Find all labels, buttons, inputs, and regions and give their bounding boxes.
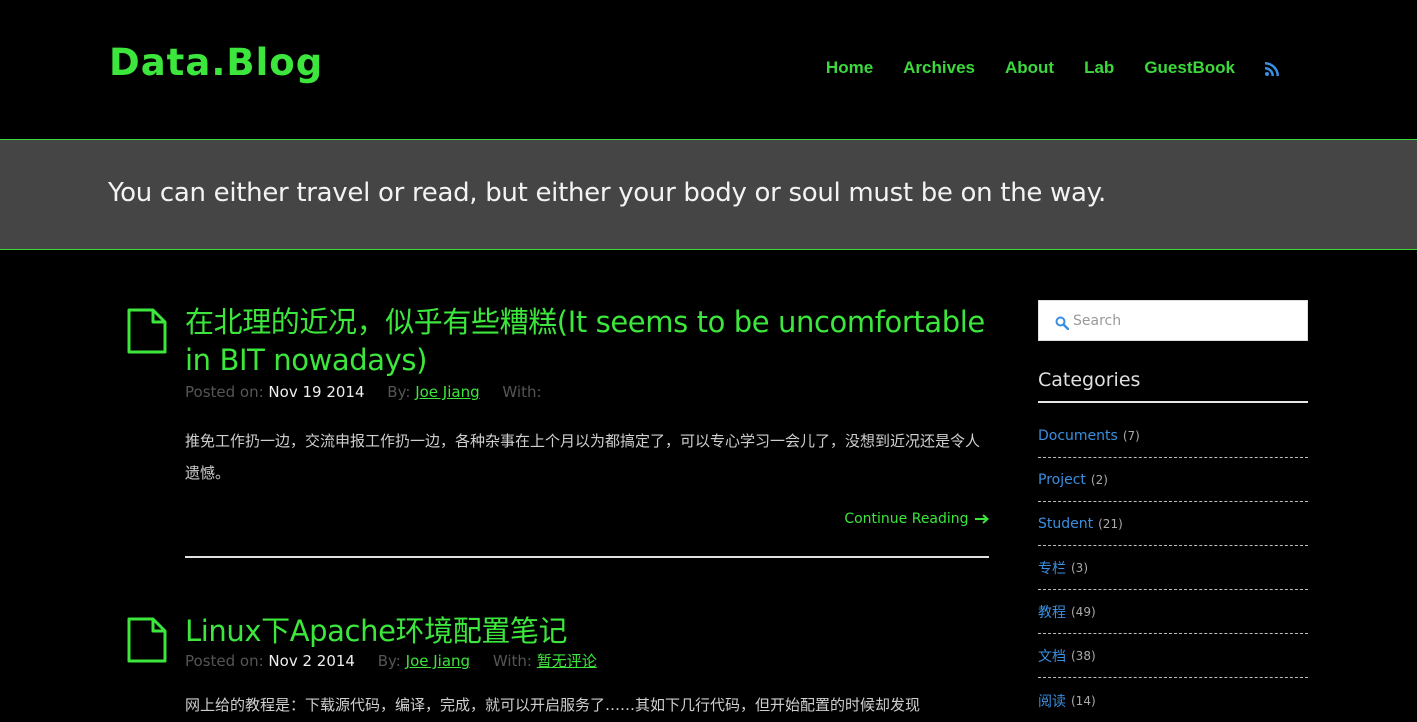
post-title[interactable]: Linux下Apache环境配置笔记 (185, 612, 989, 650)
post-meta: Posted on: Nov 2 2014 By: Joe Jiang With… (185, 650, 989, 671)
site-header: Data.Blog Home Archives About Lab GuestB… (0, 0, 1417, 139)
post-meta: Posted on: Nov 19 2014 By: Joe Jiang Wit… (185, 383, 989, 401)
list-item: Documents (7) (1038, 414, 1308, 458)
nav-guestbook[interactable]: GuestBook (1144, 57, 1235, 79)
list-item: 专栏 (3) (1038, 546, 1308, 590)
categories-list: Documents (7) Project (2) Student (21) 专… (1038, 414, 1308, 722)
list-item: Student (21) (1038, 502, 1308, 546)
post-body: 在北理的近况，似乎有些糟糕(It seems to be uncomfortab… (185, 303, 989, 489)
post-date: Nov 19 2014 (268, 383, 365, 401)
nav-home[interactable]: Home (826, 57, 873, 79)
post-divider (185, 556, 989, 558)
main-nav: Home Archives About Lab GuestBook (796, 57, 1279, 79)
category-link[interactable]: Student (1038, 516, 1093, 532)
post-item: Linux下Apache环境配置笔记 Posted on: Nov 2 2014… (127, 612, 989, 714)
category-link[interactable]: 文档 (1038, 646, 1066, 666)
list-item: 阅读 (14) (1038, 678, 1308, 722)
document-icon (127, 308, 167, 354)
site-logo[interactable]: Data.Blog (109, 44, 323, 81)
category-count: (38) (1071, 649, 1096, 663)
post-body: Linux下Apache环境配置笔记 Posted on: Nov 2 2014… (185, 612, 989, 721)
nav-about[interactable]: About (1005, 57, 1054, 79)
continue-reading-link[interactable]: Continue Reading (844, 511, 990, 527)
with-label: With: (492, 652, 532, 670)
post-excerpt: 推免工作扔一边，交流申报工作扔一边，各种杂事在上个月以为都搞定了，可以专心学习一… (185, 432, 981, 482)
list-item: 教程 (49) (1038, 590, 1308, 634)
category-count: (3) (1071, 561, 1088, 575)
nav-lab[interactable]: Lab (1084, 57, 1114, 79)
author-link[interactable]: Joe Jiang (415, 383, 479, 401)
tagline-banner: You can either travel or read, but eithe… (0, 139, 1417, 250)
search-input[interactable] (1071, 301, 1301, 340)
posted-label: Posted on: (185, 383, 264, 401)
list-item: Project (2) (1038, 458, 1308, 502)
category-link[interactable]: Documents (1038, 428, 1118, 444)
comments-link[interactable]: 暂无评论 (537, 652, 597, 670)
document-icon (127, 617, 167, 663)
rss-icon[interactable] (1265, 61, 1279, 76)
category-count: (49) (1071, 605, 1096, 619)
nav-archives[interactable]: Archives (903, 57, 975, 79)
author-link[interactable]: Joe Jiang (406, 652, 470, 670)
arrow-right-icon (973, 511, 990, 527)
category-count: (7) (1122, 429, 1140, 443)
post-title[interactable]: 在北理的近况，似乎有些糟糕(It seems to be uncomfortab… (185, 303, 989, 379)
with-label: With: (502, 383, 542, 401)
category-link[interactable]: 专栏 (1038, 558, 1066, 578)
posted-label: Posted on: (185, 652, 264, 670)
tagline-text: You can either travel or read, but eithe… (108, 178, 1106, 208)
category-link[interactable]: Project (1038, 472, 1086, 488)
category-link[interactable]: 教程 (1038, 602, 1066, 622)
continue-reading-label: Continue Reading (844, 511, 969, 527)
by-label: By: (377, 652, 401, 670)
search-box (1038, 300, 1308, 341)
post-date: Nov 2 2014 (268, 652, 355, 670)
category-count: (2) (1090, 473, 1108, 487)
post-item: 在北理的近况，似乎有些糟糕(It seems to be uncomfortab… (127, 303, 990, 563)
category-count: (14) (1071, 693, 1096, 708)
categories-heading: Categories (1038, 369, 1308, 403)
post-excerpt: 网上给的教程是：下载源代码，编译，完成，就可以开启服务了……其如下几行代码，但开… (185, 696, 921, 714)
by-label: By: (387, 383, 411, 401)
category-count: (21) (1098, 517, 1123, 531)
search-icon (1055, 315, 1070, 331)
list-item: 文档 (38) (1038, 634, 1308, 678)
